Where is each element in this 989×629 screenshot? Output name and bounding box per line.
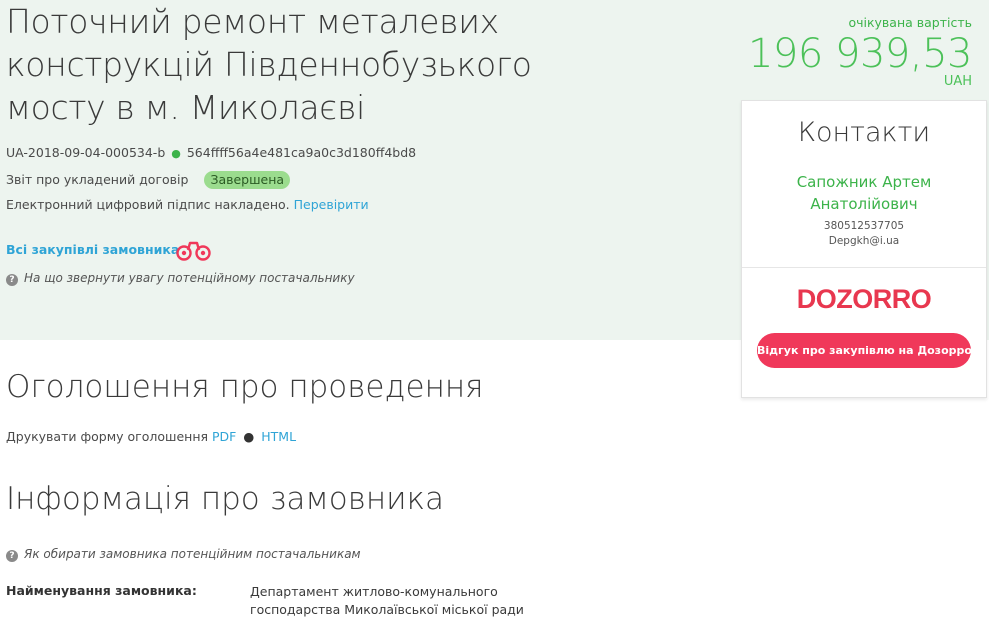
customer-name-value: Департамент житлово-комунального господа… — [250, 584, 524, 617]
price-label: очікувана вартість — [848, 15, 972, 30]
question-icon: ? — [6, 274, 18, 286]
price-value: 196 939,53 — [747, 31, 973, 77]
contacts-card: Контакти Сапожник Артем Анатолійович 380… — [741, 100, 987, 398]
supplier-hint[interactable]: ? На що звернути увагу потенційному поста… — [6, 271, 355, 286]
contacts-title: Контакти — [797, 117, 931, 148]
dozorro-logo: DOZORRO — [742, 282, 986, 318]
print-form-line: Друкувати форму оголошення PDF ● HTML — [6, 429, 296, 444]
dozorro-feedback-button[interactable]: Відгук про закупівлю на Дозорро — [757, 333, 972, 368]
customer-hint[interactable]: ? Як обирати замовника потенційним постач… — [6, 547, 361, 562]
contact-phone: 380512537705 — [823, 220, 905, 232]
tender-id: UA-2018-09-04-000534-b — [6, 145, 166, 160]
signature-text: Електронний цифровий підпис накладено. — [6, 197, 290, 212]
card-divider — [742, 267, 986, 268]
verify-signature-link[interactable]: Перевірити — [294, 197, 369, 212]
binoculars-icon[interactable] — [174, 239, 214, 261]
tender-id-line: UA-2018-09-04-000534-b ● 564ffff56a4e481… — [6, 145, 416, 160]
separator-dot: ● — [243, 429, 255, 444]
report-line: Звіт про укладений договір Завершена — [6, 171, 291, 189]
customer-name-label: Найменування замовника: — [6, 583, 197, 598]
svg-text:DOZORRO: DOZORRO — [797, 284, 932, 314]
print-html-link[interactable]: HTML — [261, 429, 296, 444]
report-label: Звіт про укладений договір — [6, 172, 189, 187]
announcement-title: Оголошення про проведення — [6, 369, 484, 405]
dozorro-logo-icon: DOZORRO — [797, 284, 932, 314]
question-icon: ? — [6, 550, 18, 562]
signature-line: Електронний цифровий підпис накладено. П… — [6, 197, 369, 212]
tender-hash: 564ffff56a4e481ca9a0c3d180ff4bd8 — [186, 145, 417, 160]
price-currency: UAH — [943, 74, 972, 89]
customer-info-title: Інформація про замовника — [6, 481, 444, 517]
print-pdf-link[interactable]: PDF — [212, 429, 236, 444]
all-purchases-link[interactable]: Всі закупівлі замовника — [6, 242, 179, 257]
print-form-label: Друкувати форму оголошення — [6, 429, 209, 444]
status-dot-icon: ● — [171, 147, 181, 160]
status-badge: Завершена — [204, 171, 291, 189]
tender-title: Поточний ремонт металевих конструкцій Пі… — [6, 2, 532, 127]
supplier-hint-text: На що звернути увагу потенційному постач… — [24, 271, 355, 285]
contact-name: Сапожник Артем Анатолійович — [796, 173, 932, 213]
contact-email: Depgkh@i.ua — [828, 235, 900, 247]
customer-hint-text: Як обирати замовника потенційним постача… — [24, 547, 361, 561]
